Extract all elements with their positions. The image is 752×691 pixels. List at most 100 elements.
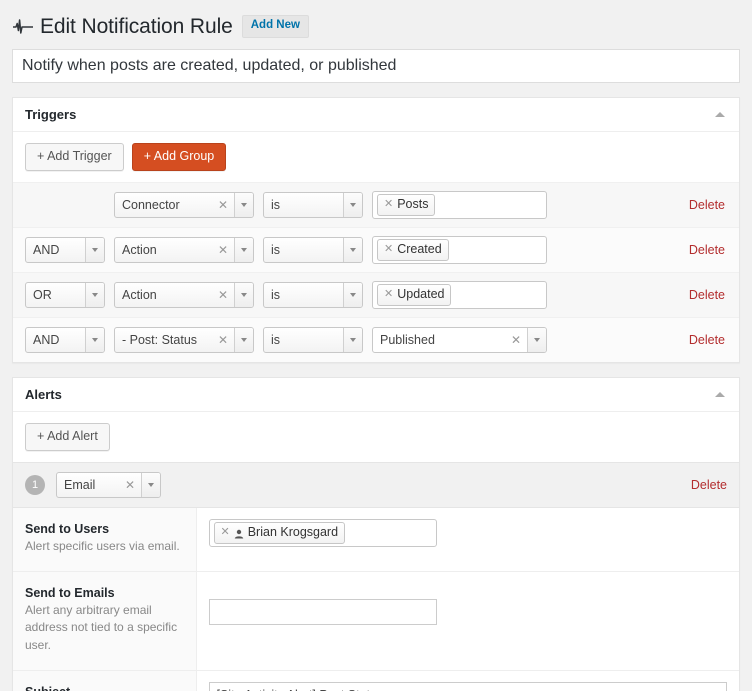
field-control xyxy=(196,670,739,691)
triggers-panel-title: Triggers xyxy=(25,107,77,123)
chevron-down-icon[interactable] xyxy=(343,192,362,217)
tag-chip[interactable]: ✕ Created xyxy=(377,239,449,261)
remove-tag-icon[interactable]: ✕ xyxy=(384,242,393,257)
remove-tag-icon[interactable]: ✕ xyxy=(384,287,393,302)
trigger-operator-select[interactable]: is xyxy=(263,326,363,353)
trigger-value-tags[interactable]: ✕ Created xyxy=(372,236,547,264)
remove-tag-icon[interactable]: ✕ xyxy=(221,525,230,540)
trigger-key-value: - Post: Status xyxy=(122,332,198,347)
trigger-operator-select[interactable]: is xyxy=(263,236,363,263)
trigger-key-select[interactable]: Action ✕ xyxy=(114,281,254,308)
chevron-down-icon[interactable] xyxy=(343,282,362,307)
trigger-key-value: Connector xyxy=(122,197,180,212)
delete-trigger-link[interactable]: Delete xyxy=(689,288,727,302)
trigger-relation-value: OR xyxy=(33,287,52,302)
chevron-down-icon[interactable] xyxy=(527,327,546,352)
field-description: Alert specific users via email. xyxy=(25,538,180,553)
trigger-row: OR Action ✕ is ✕ Updated Delete xyxy=(13,271,739,317)
alerts-panel-title: Alerts xyxy=(25,386,62,402)
clear-icon[interactable]: ✕ xyxy=(215,238,234,262)
chevron-down-icon[interactable] xyxy=(234,192,253,217)
settings-row-send-to-users: Send to Users Alert specific users via e… xyxy=(13,507,739,572)
admin-page: Edit Notification Rule Add New Triggers … xyxy=(0,0,752,691)
trigger-value-text: Published xyxy=(380,332,435,347)
chevron-down-icon[interactable] xyxy=(343,327,362,352)
rule-title-input[interactable] xyxy=(12,49,740,84)
alert-type-value: Email xyxy=(64,477,96,492)
triggers-panel-header[interactable]: Triggers xyxy=(13,98,739,133)
add-trigger-button[interactable]: + Add Trigger xyxy=(25,143,124,171)
field-description: Alert any arbitrary email address not ti… xyxy=(25,603,178,652)
trigger-value-tags[interactable]: ✕ Posts xyxy=(372,191,547,219)
delete-trigger-link[interactable]: Delete xyxy=(689,198,727,212)
add-new-button[interactable]: Add New xyxy=(241,15,309,38)
clear-icon[interactable]: ✕ xyxy=(508,328,527,352)
chevron-down-icon[interactable] xyxy=(234,327,253,352)
user-chip[interactable]: ✕ Brian Krogsgard xyxy=(213,521,346,544)
alert-settings-table: Send to Users Alert specific users via e… xyxy=(13,507,739,691)
tag-chip[interactable]: ✕ Posts xyxy=(377,194,436,216)
trigger-value-tags[interactable]: ✕ Updated xyxy=(372,281,547,309)
page-title: Edit Notification Rule xyxy=(40,15,233,38)
tag-chip[interactable]: ✕ Updated xyxy=(377,284,452,306)
trigger-operator-value: is xyxy=(271,242,281,257)
alerts-toolbar: + Add Alert xyxy=(13,412,739,462)
tag-label: Updated xyxy=(397,287,445,301)
field-label: Send to Emails xyxy=(25,586,115,601)
page-header: Edit Notification Rule Add New xyxy=(0,0,752,49)
chevron-down-icon[interactable] xyxy=(141,472,160,497)
alert-type-select[interactable]: Email ✕ xyxy=(56,471,161,498)
delete-alert-link[interactable]: Delete xyxy=(691,478,727,492)
clear-icon[interactable]: ✕ xyxy=(122,473,141,497)
trigger-operator-value: is xyxy=(271,332,281,347)
send-to-users-input[interactable]: ✕ Brian Krogsgard xyxy=(208,518,437,547)
clear-icon[interactable]: ✕ xyxy=(215,328,234,352)
triggers-panel: Triggers + Add Trigger + Add Group Conne… xyxy=(12,97,740,363)
rule-title-row xyxy=(0,49,752,84)
settings-row-send-to-emails: Send to Emails Alert any arbitrary email… xyxy=(13,571,739,671)
trigger-relation-select[interactable]: OR xyxy=(25,281,105,308)
user-name-label: Brian Krogsgard xyxy=(247,524,339,539)
trigger-value-select[interactable]: Published ✕ xyxy=(372,326,547,353)
chevron-down-icon[interactable] xyxy=(234,282,253,307)
trigger-key-select[interactable]: Action ✕ xyxy=(114,236,254,263)
chevron-down-icon[interactable] xyxy=(85,237,104,262)
trigger-relation-select[interactable]: AND xyxy=(25,326,105,353)
trigger-operator-value: is xyxy=(271,287,281,302)
trigger-relation-select[interactable]: AND xyxy=(25,236,105,263)
field-label: Send to Users xyxy=(25,521,110,536)
trigger-operator-select[interactable]: is xyxy=(263,281,363,308)
field-header: Subject Data tags are allowed. xyxy=(13,670,197,691)
trigger-key-value: Action xyxy=(122,242,157,257)
delete-trigger-link[interactable]: Delete xyxy=(689,243,727,257)
add-group-button[interactable]: + Add Group xyxy=(131,143,227,171)
trigger-operator-select[interactable]: is xyxy=(263,191,363,218)
chevron-down-icon[interactable] xyxy=(343,237,362,262)
chevron-down-icon[interactable] xyxy=(85,282,104,307)
delete-trigger-link[interactable]: Delete xyxy=(689,333,727,347)
tag-label: Posts xyxy=(397,197,429,211)
settings-row-subject: Subject Data tags are allowed. xyxy=(13,670,739,691)
trigger-relation-value: AND xyxy=(33,242,60,257)
clear-icon[interactable]: ✕ xyxy=(215,193,234,217)
remove-tag-icon[interactable]: ✕ xyxy=(384,197,393,212)
clear-icon[interactable]: ✕ xyxy=(215,283,234,307)
subject-input[interactable] xyxy=(208,682,727,691)
chevron-down-icon[interactable] xyxy=(234,237,253,262)
trigger-key-select[interactable]: Connector ✕ xyxy=(114,191,254,218)
chevron-up-icon[interactable] xyxy=(715,391,725,397)
alerts-panel-header[interactable]: Alerts xyxy=(13,378,739,412)
alerts-panel-body: + Add Alert 1 Email ✕ Delete Send to Use… xyxy=(13,412,739,691)
field-control: ✕ Brian Krogsgard xyxy=(196,507,739,572)
trigger-key-select[interactable]: - Post: Status ✕ xyxy=(114,326,254,353)
field-control xyxy=(196,571,739,671)
send-to-emails-input[interactable] xyxy=(208,599,437,626)
alert-number-badge: 1 xyxy=(25,474,45,495)
chevron-down-icon[interactable] xyxy=(85,327,104,352)
trigger-relation-value: AND xyxy=(33,332,60,347)
user-icon xyxy=(234,527,244,539)
add-alert-button[interactable]: + Add Alert xyxy=(25,422,110,451)
chevron-up-icon[interactable] xyxy=(715,112,725,118)
triggers-toolbar: + Add Trigger + Add Group xyxy=(13,132,739,182)
tag-label: Created xyxy=(397,242,442,256)
